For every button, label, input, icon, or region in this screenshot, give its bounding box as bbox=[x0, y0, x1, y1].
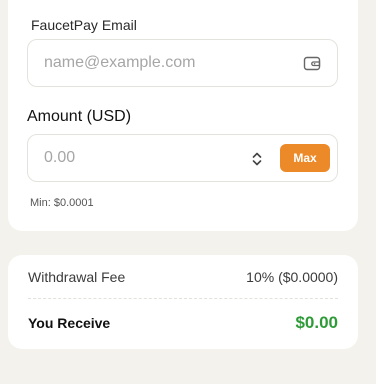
withdraw-form-card: FaucetPay Email Amount (USD) Max Min: $0… bbox=[8, 0, 358, 231]
email-label: FaucetPay Email bbox=[31, 17, 137, 33]
withdraw-page: FaucetPay Email Amount (USD) Max Min: $0… bbox=[0, 0, 376, 384]
receive-label: You Receive bbox=[28, 315, 111, 331]
summary-card: Withdrawal Fee 10% ($0.0000) You Receive… bbox=[8, 255, 358, 349]
wallet-icon bbox=[303, 56, 321, 71]
email-field-wrapper bbox=[27, 39, 338, 87]
min-amount-note: Min: $0.0001 bbox=[30, 197, 94, 209]
amount-input[interactable] bbox=[44, 135, 244, 181]
receive-row: You Receive $0.00 bbox=[28, 299, 338, 347]
amount-field-wrapper: Max bbox=[27, 134, 338, 182]
fee-value: 10% ($0.0000) bbox=[246, 268, 338, 285]
email-input[interactable] bbox=[44, 40, 244, 86]
fee-row: Withdrawal Fee 10% ($0.0000) bbox=[28, 255, 338, 299]
receive-value: $0.00 bbox=[295, 313, 338, 332]
max-button[interactable]: Max bbox=[280, 144, 330, 172]
chevron-up-down-icon[interactable] bbox=[251, 150, 263, 168]
fee-label: Withdrawal Fee bbox=[28, 268, 126, 285]
amount-label: Amount (USD) bbox=[27, 108, 132, 125]
